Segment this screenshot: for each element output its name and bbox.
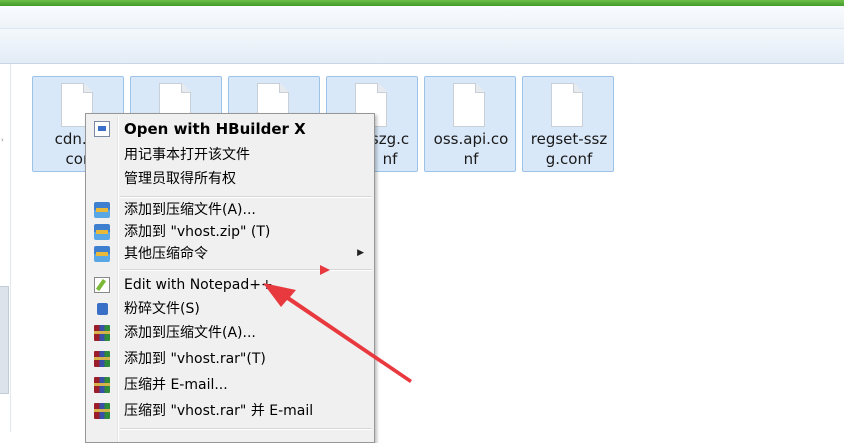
file-name: regset-ssz g.conf [530,130,608,168]
menu-item-compress-rar-email[interactable]: 压缩到 "vhost.rar" 并 E-mail [88,399,372,423]
context-menu: Open with HBuilder X 用记事本打开该文件 管理员取得所有权 … [85,113,375,443]
menu-item-rar-add-archive[interactable]: 添加到压缩文件(A)... [88,321,372,345]
document-icon [453,83,485,127]
menu-separator [120,428,372,430]
menu-item-label: 添加到 "vhost.rar"(T) [124,351,266,367]
menu-separator [120,269,372,271]
winrar-icon [94,325,110,341]
menu-item-label: 压缩到 "vhost.rar" 并 E-mail [124,403,314,419]
menu-item-add-to-rar[interactable]: 添加到 "vhost.rar"(T) [88,347,372,371]
menu-item-label: 压缩并 E-mail... [124,377,228,393]
menu-item-label: Open with HBuilder X [124,120,306,138]
menu-item-label: 粉碎文件(S) [124,301,200,317]
menu-item-shred[interactable]: 粉碎文件(S) [88,297,372,321]
winrar-icon [94,351,110,367]
menu-item-label: 管理员取得所有权 [124,171,236,187]
menu-item-take-ownership[interactable]: 管理员取得所有权 [88,167,372,191]
menu-item-other-compress[interactable]: 其他压缩命令 ▶ [88,242,372,266]
nav-scrollbar-thumb[interactable] [0,286,9,394]
address-bar-area [0,6,844,29]
notepad-plus-icon [94,277,110,293]
archive-icon [94,246,110,262]
menu-item-label: 其他压缩命令 [124,246,208,262]
winrar-icon [94,377,110,393]
menu-item-open-notepad[interactable]: 用记事本打开该文件 [88,143,372,167]
nav-collapse-icon[interactable]: › [1,136,4,144]
menu-item-label: 添加到 "vhost.zip" (T) [124,224,271,240]
hbuilder-icon [94,121,110,137]
file-item[interactable]: oss.api.co nf [424,76,516,172]
menu-item-label: 添加到压缩文件(A)... [124,325,256,341]
archive-icon [94,202,110,218]
shred-icon [97,303,108,315]
menu-item-add-to-archive[interactable]: 添加到压缩文件(A)... [88,198,372,222]
menu-item-label: 用记事本打开该文件 [124,147,250,163]
mouse-pointer-icon [320,265,330,275]
menu-item-compress-email[interactable]: 压缩并 E-mail... [88,373,372,397]
menu-item-label: 添加到压缩文件(A)... [124,202,256,218]
menu-item-label: Edit with Notepad++ [124,277,273,293]
winrar-icon [94,403,110,419]
menu-item-open-with-hbuilder[interactable]: Open with HBuilder X [88,117,372,141]
menu-item-add-to-zip[interactable]: 添加到 "vhost.zip" (T) [88,220,372,244]
navigation-pane: › [0,64,11,432]
submenu-arrow-icon: ▶ [357,248,364,258]
menu-item-edit-notepad-plus[interactable]: Edit with Notepad++ [88,273,372,297]
explorer-toolbar [0,29,844,64]
file-item[interactable]: regset-ssz g.conf [522,76,614,172]
archive-icon [94,224,110,240]
file-name: oss.api.co nf [433,130,509,168]
document-icon [551,83,583,127]
